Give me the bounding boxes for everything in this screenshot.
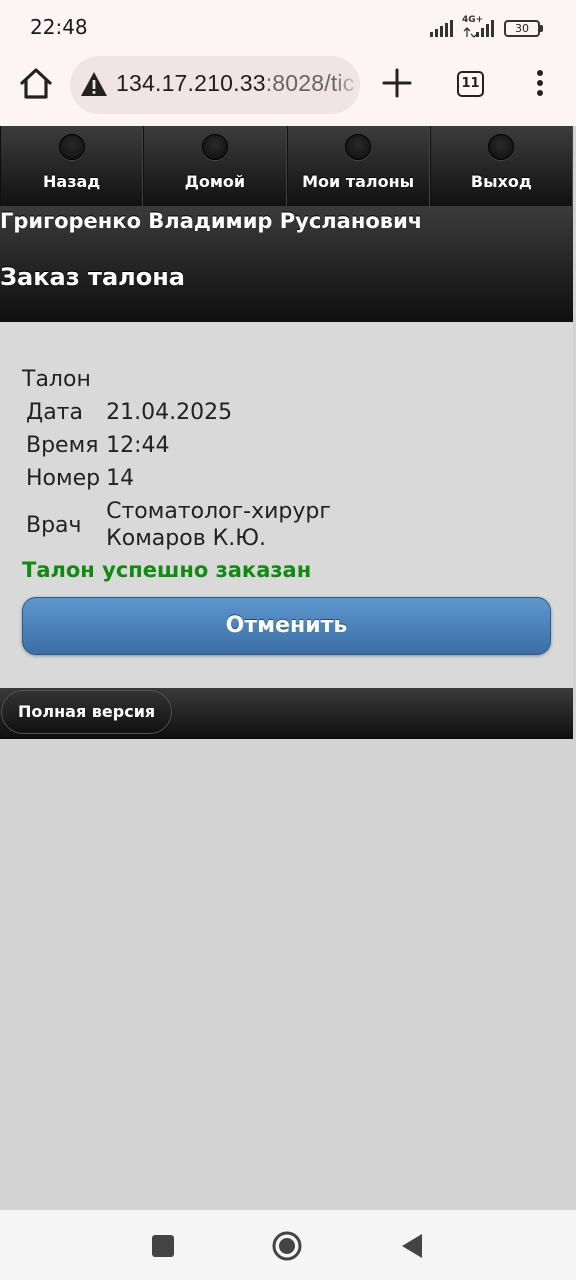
status-time: 22:48 bbox=[30, 15, 88, 39]
url-host: 134.17.210.33 bbox=[116, 70, 266, 96]
table-row: Врач Стоматолог-хирург Комаров К.Ю. bbox=[24, 495, 333, 555]
nav-back-label: Назад bbox=[43, 172, 101, 191]
mobile-data-icon: 4G+ bbox=[462, 15, 498, 39]
nav-logout[interactable]: Выход bbox=[429, 126, 573, 206]
doctor-value: Стоматолог-хирург Комаров К.Ю. bbox=[104, 495, 333, 555]
table-row: Дата 21.04.2025 bbox=[24, 396, 333, 429]
number-value: 14 bbox=[106, 466, 135, 491]
status-bar: 22:48 4G+ 30 bbox=[0, 0, 576, 54]
time-value: 12:44 bbox=[106, 433, 170, 458]
nav-my-tickets-label: Мои талоны bbox=[302, 172, 415, 191]
time-label: Время bbox=[26, 433, 99, 458]
site-navbar: Назад Домой Мои талоны Выход bbox=[0, 126, 573, 206]
battery-icon: 30 bbox=[504, 19, 543, 37]
url-text: 134.17.210.33:8028/tic bbox=[116, 70, 354, 97]
nav-home[interactable]: Домой bbox=[143, 126, 287, 206]
page-footer: Полная версия bbox=[0, 688, 573, 739]
recent-apps-icon[interactable] bbox=[147, 1230, 179, 1262]
back-icon bbox=[58, 134, 85, 160]
status-icons: 4G+ 30 bbox=[430, 15, 543, 40]
nav-back[interactable]: Назад bbox=[0, 126, 144, 206]
back-triangle-icon[interactable] bbox=[396, 1230, 428, 1262]
nav-logout-label: Выход bbox=[470, 172, 532, 191]
doctor-name: Комаров К.Ю. bbox=[106, 526, 267, 551]
ticket-details-table: Дата 21.04.2025 Время 12:44 Номер 14 Вра… bbox=[24, 396, 333, 555]
success-message: Талон успешно заказан bbox=[22, 558, 312, 582]
patient-name: Григоренко Владимир Русланович bbox=[0, 209, 423, 233]
table-row: Номер 14 bbox=[24, 462, 333, 495]
doctor-label: Врач bbox=[26, 512, 82, 538]
tickets-icon bbox=[345, 134, 372, 160]
page-title: Заказ талона bbox=[0, 263, 185, 291]
url-fade bbox=[334, 56, 360, 114]
android-navigation-bar bbox=[0, 1210, 576, 1280]
home-circle-icon[interactable] bbox=[271, 1230, 303, 1262]
page-header: Григоренко Владимир Русланович Заказ тал… bbox=[0, 206, 573, 322]
address-bar[interactable]: 134.17.210.33:8028/tic bbox=[70, 56, 360, 114]
cancel-button[interactable]: Отменить bbox=[22, 597, 551, 655]
date-label: Дата bbox=[26, 400, 83, 425]
new-tab-icon[interactable] bbox=[380, 66, 414, 100]
full-version-button[interactable]: Полная версия bbox=[1, 690, 173, 734]
nav-home-label: Домой bbox=[184, 172, 246, 191]
ticket-heading: Талон bbox=[22, 367, 91, 392]
tabs-count-button[interactable]: 11 bbox=[457, 71, 484, 97]
logout-icon bbox=[488, 134, 515, 160]
nav-my-tickets[interactable]: Мои талоны bbox=[286, 126, 430, 206]
signal-icon bbox=[430, 20, 453, 37]
browser-toolbar: 134.17.210.33:8028/tic 11 bbox=[0, 54, 576, 126]
home-icon[interactable] bbox=[16, 64, 56, 104]
number-label: Номер bbox=[26, 466, 101, 491]
date-value: 21.04.2025 bbox=[106, 400, 233, 425]
warning-icon[interactable] bbox=[80, 71, 108, 97]
ticket-content: Талон Дата 21.04.2025 Время 12:44 Номер … bbox=[0, 322, 573, 688]
doctor-specialty: Стоматолог-хирург bbox=[106, 499, 331, 524]
table-row: Время 12:44 bbox=[24, 429, 333, 462]
home-nav-icon bbox=[201, 134, 228, 160]
more-menu-icon[interactable] bbox=[530, 67, 550, 101]
